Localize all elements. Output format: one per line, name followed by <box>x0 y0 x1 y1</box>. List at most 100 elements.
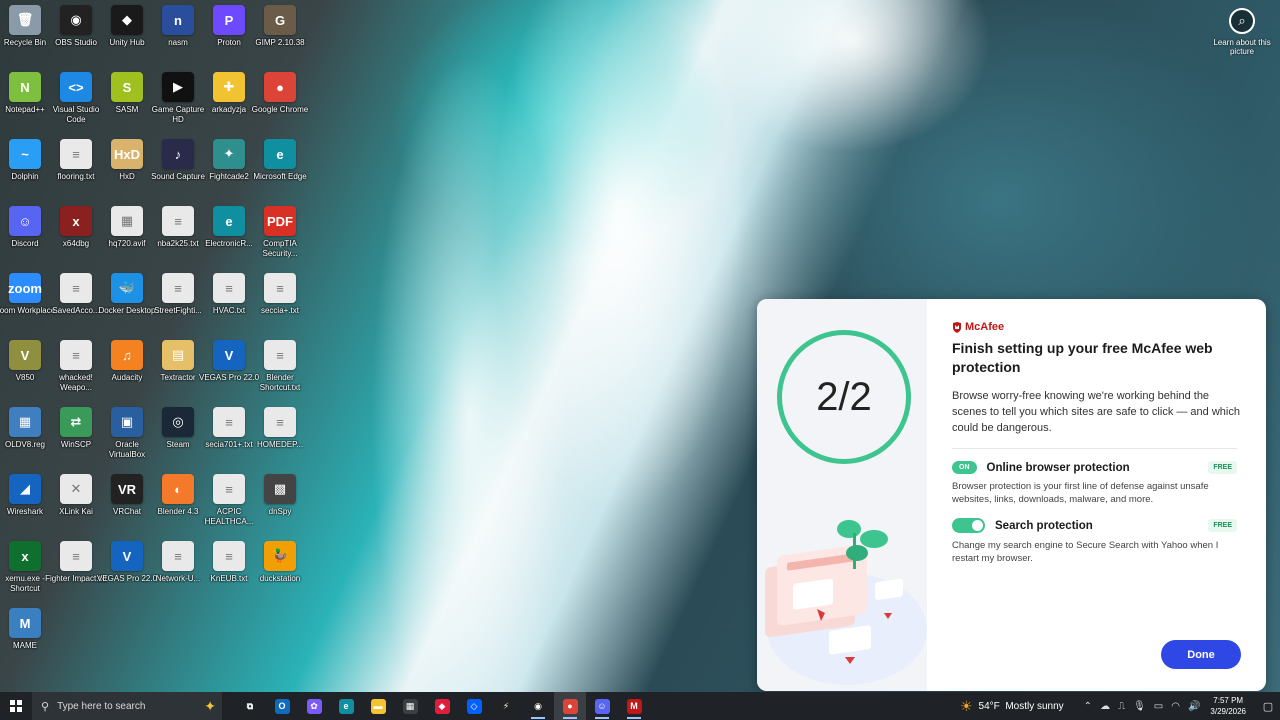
desktop-icon[interactable]: V VEGAS Pro 22.0 <box>97 541 157 605</box>
desktop-icon[interactable]: M MAME <box>0 608 50 672</box>
desktop-icon[interactable]: V VEGAS Pro 22.0 <box>199 340 259 404</box>
desktop-icon[interactable]: ≡ seccia+.txt <box>255 273 305 337</box>
browser-protection-on-badge[interactable]: ON <box>952 461 977 474</box>
learn-about-picture[interactable]: ⌕ Learn about this picture <box>1212 8 1272 56</box>
desktop-icon[interactable]: S SASM <box>102 72 152 136</box>
desktop-icon[interactable]: zoom Zoom Workplace <box>0 273 55 337</box>
display-icon[interactable]: ▭ <box>1154 701 1163 712</box>
desktop-icon[interactable]: ☺ Discord <box>0 206 50 270</box>
microphone-icon[interactable]: 🎙 <box>1133 701 1146 712</box>
wifi-icon[interactable]: ◠ <box>1171 701 1180 712</box>
taskbar-app-obs[interactable]: ◉ <box>522 692 554 720</box>
search-protection-toggle[interactable] <box>952 518 985 533</box>
desktop-icon[interactable]: ◆ Unity Hub <box>102 5 152 69</box>
start-button[interactable] <box>0 692 32 720</box>
desktop-icon[interactable]: ≡ StreetFighti... <box>153 273 203 337</box>
desktop-icon[interactable]: ≡ HOMEDEP... <box>255 407 305 471</box>
taskbar-app-mcafee[interactable]: M <box>618 692 650 720</box>
taskbar: ⚲ Type here to search ✦ ⧉ O ✿ e ▬ ▦ ◆ ◇ ⚡ ◉ ● ☺ M ☀ … <box>0 692 1280 720</box>
usb-icon[interactable]: ⎍ <box>1118 701 1125 712</box>
app-icon: N <box>9 72 41 102</box>
app-icon: ≡ <box>213 407 245 437</box>
done-button[interactable]: Done <box>1161 640 1241 669</box>
desktop-icon[interactable]: ✦ Fightcade2 <box>204 139 254 203</box>
taskbar-app-discord-browser[interactable]: ☺ <box>586 692 618 720</box>
desktop-icon[interactable]: ≡ Network-U... <box>153 541 203 605</box>
desktop-icon-label: seccia+.txt <box>260 306 299 315</box>
chevron-up-icon[interactable]: ⌃ <box>1084 701 1092 712</box>
desktop-icon[interactable]: VR VRChat <box>102 474 152 538</box>
weather-widget[interactable]: ☀ 54°F Mostly sunny <box>960 698 1064 715</box>
desktop-icon[interactable]: ◎ Steam <box>153 407 203 471</box>
search-placeholder: Type here to search <box>57 700 146 712</box>
desktop-icon[interactable]: ▦ hq720.avif <box>102 206 152 270</box>
notification-icon[interactable]: ▢ <box>1256 700 1280 713</box>
desktop-icon[interactable]: ≡ HVAC.txt <box>204 273 254 337</box>
desktop-icon[interactable]: ≡ KnEUB.txt <box>204 541 254 605</box>
option-search-protection: Search protection FREE Change my search … <box>952 518 1237 565</box>
mcafee-icon: M <box>626 698 642 714</box>
obs-icon: ◉ <box>530 698 546 714</box>
desktop-icon[interactable]: N Notepad++ <box>0 72 50 136</box>
taskbar-app-outlook[interactable]: O <box>266 692 298 720</box>
desktop-icon[interactable]: ≡ Fighter Impact.txt <box>45 541 107 605</box>
search-highlight-icon[interactable]: ✦ <box>204 698 216 715</box>
desktop-icon[interactable]: <> Visual Studio Code <box>51 72 101 136</box>
desktop-icon[interactable]: V V850 <box>0 340 50 404</box>
taskbar-app-edge[interactable]: e <box>330 692 362 720</box>
desktop-icon[interactable]: ⇄ WinSCP <box>51 407 101 471</box>
desktop-icon[interactable]: x xemu.exe - Shortcut <box>0 541 50 605</box>
taskbar-app-red-diamond-app[interactable]: ◆ <box>426 692 458 720</box>
desktop-icon[interactable]: 🗑 Recycle Bin <box>0 5 50 69</box>
desktop-icon[interactable]: ▩ dnSpy <box>255 474 305 538</box>
clock[interactable]: 7:57 PM 3/29/2026 <box>1210 695 1246 717</box>
clock-date: 3/29/2026 <box>1210 707 1246 716</box>
app-icon: 🐳 <box>111 273 143 303</box>
desktop-icon[interactable]: 🦆 duckstation <box>255 541 305 605</box>
app-icon: ≡ <box>60 273 92 303</box>
desktop-icon[interactable]: ● Google Chrome <box>252 72 308 136</box>
volume-icon[interactable]: 🔊 <box>1188 701 1200 712</box>
taskbar-app-copilot[interactable]: ✿ <box>298 692 330 720</box>
desktop-icon[interactable]: ▦ OLDV8.reg <box>0 407 50 471</box>
desktop-icon[interactable]: ♫ Audacity <box>102 340 152 404</box>
desktop-icon[interactable]: x x64dbg <box>51 206 101 270</box>
taskbar-app-file-explorer[interactable]: ▬ <box>362 692 394 720</box>
desktop-icon[interactable]: ◢ Wireshark <box>0 474 50 538</box>
desktop-icon[interactable]: ◐ Blender 4.3 <box>153 474 203 538</box>
desktop-icon[interactable]: e Microsoft Edge <box>253 139 307 203</box>
desktop-icon[interactable]: 🐳 Docker Desktop <box>99 273 155 337</box>
desktop-icon[interactable]: PDF CompTIA Security... <box>255 206 305 270</box>
camera-icon: ⌕ <box>1229 8 1255 34</box>
desktop-icon[interactable]: ≡ SavedAcco... <box>51 273 101 337</box>
app-icon: M <box>9 608 41 638</box>
desktop-icon[interactable]: ◉ OBS Studio <box>51 5 101 69</box>
desktop-icon[interactable]: P Proton <box>204 5 254 69</box>
desktop-icon[interactable]: ▤ Textractor <box>153 340 203 404</box>
network-icon[interactable]: ☁ <box>1100 701 1110 712</box>
mcafee-setup-popup: 2/2 McAfee Finish setting up your free M… <box>757 299 1266 691</box>
desktop-icon[interactable]: e ElectronicR... <box>204 206 254 270</box>
app-icon: ≡ <box>162 541 194 571</box>
desktop-icon[interactable]: ~ Dolphin <box>0 139 50 203</box>
desktop-icon[interactable]: ▣ Oracle VirtualBox <box>102 407 152 471</box>
desktop-icon[interactable]: ≡ secia701+.txt <box>204 407 254 471</box>
taskbar-app-task-view[interactable]: ⧉ <box>234 692 266 720</box>
desktop-icon[interactable]: ≡ flooring.txt <box>51 139 101 203</box>
desktop-icon[interactable]: ≡ nba2k25.txt <box>153 206 203 270</box>
taskbar-app-lightning-app[interactable]: ⚡ <box>490 692 522 720</box>
desktop-icon[interactable]: G GIMP 2.10.38 <box>255 5 305 69</box>
desktop-icon[interactable]: HxD HxD <box>102 139 152 203</box>
desktop-icon[interactable]: ≡ ACPIC HEALTHCA... <box>204 474 254 538</box>
desktop-icon[interactable]: n nasm <box>153 5 203 69</box>
desktop-icon[interactable]: ≡ Blender Shortcut.txt <box>255 340 305 404</box>
desktop-icon[interactable]: ♪ Sound Capture <box>151 139 205 203</box>
desktop-icon[interactable]: ✕ XLink Kai <box>51 474 101 538</box>
desktop-icon[interactable]: ≡ whacked! Weapo... <box>51 340 101 404</box>
taskbar-app-chrome[interactable]: ● <box>554 692 586 720</box>
desktop-icon[interactable]: ✚ arkadyzja <box>204 72 254 136</box>
taskbar-app-dropbox[interactable]: ◇ <box>458 692 490 720</box>
taskbar-app-microsoft-store[interactable]: ▦ <box>394 692 426 720</box>
desktop-icon[interactable]: ▶ Game Capture HD <box>152 72 204 136</box>
taskbar-search-box[interactable]: ⚲ Type here to search ✦ <box>32 692 222 720</box>
